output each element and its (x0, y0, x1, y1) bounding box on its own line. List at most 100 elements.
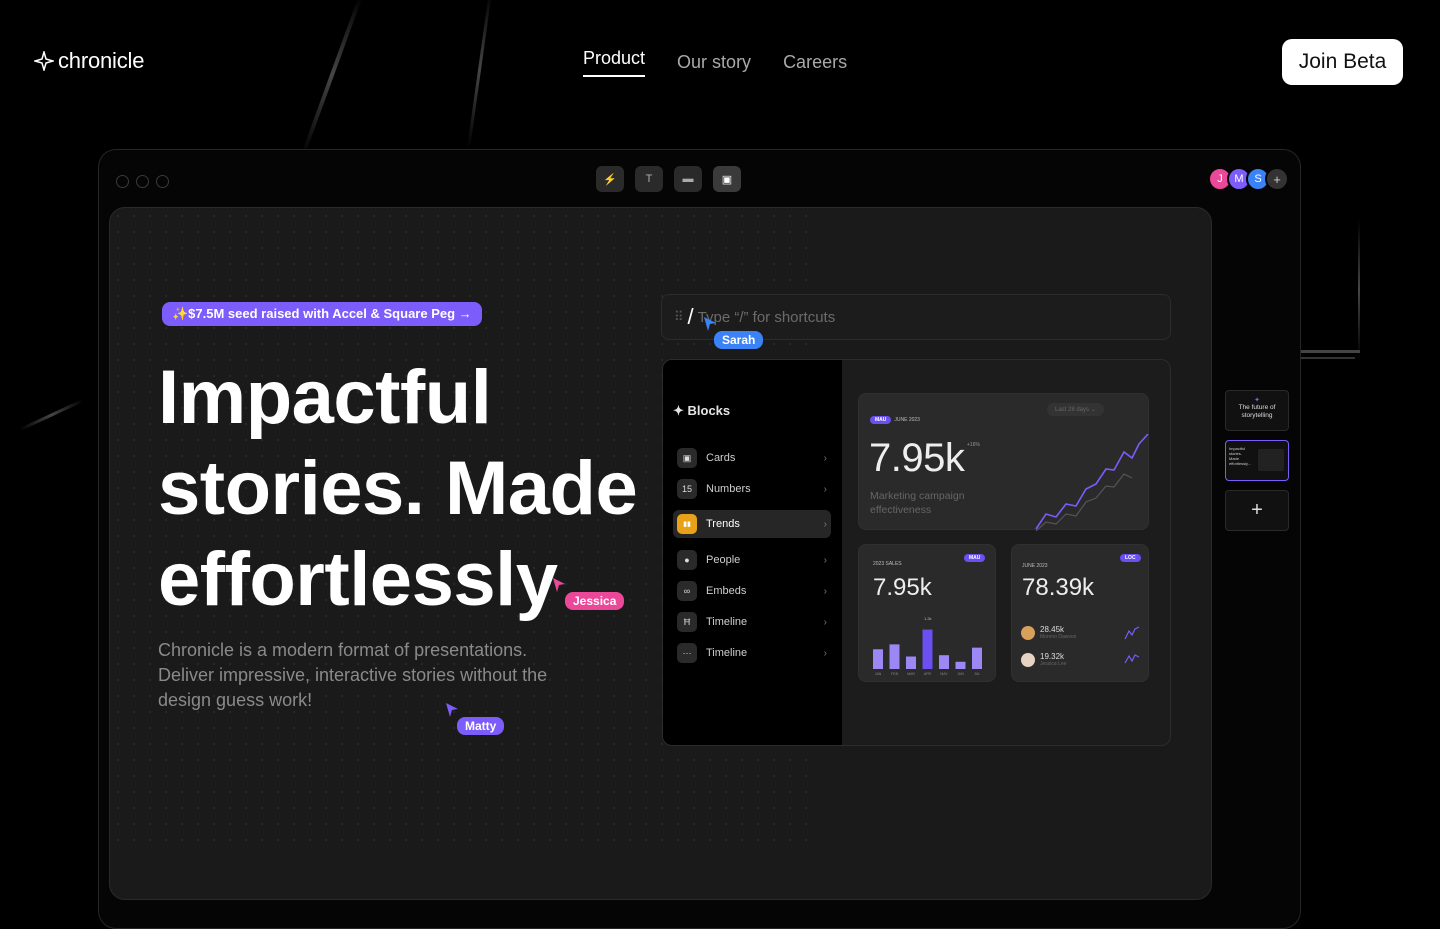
chevron-right-icon: › (823, 616, 827, 628)
person-name: Moreno Dawson (1040, 634, 1077, 640)
trends-icon: ▮▮ (677, 514, 697, 534)
trend-line-chart (1035, 434, 1149, 531)
bolt-icon[interactable]: ⚡ (596, 166, 624, 192)
thumbnail-preview (1258, 449, 1284, 471)
sales-bar-chart: JAN FEB MAR APR MAY JUN JUL (873, 629, 982, 676)
blocks-title: ✦ Blocks (673, 403, 731, 418)
cursor-label-jessica: Jessica (565, 592, 625, 610)
chevron-right-icon: › (823, 647, 827, 659)
nav-careers[interactable]: Careers (783, 52, 847, 77)
bar (972, 647, 982, 669)
sparkline-icon (1124, 654, 1140, 664)
command-placeholder: Type “/” for shortcuts (697, 308, 836, 326)
block-item-label: Trends (706, 518, 740, 530)
logo-text: chronicle (58, 48, 145, 73)
tag-badge: MAU (870, 416, 892, 424)
bar (955, 661, 966, 669)
nav-product[interactable]: Product (583, 48, 646, 77)
tick-label: JUN (957, 672, 964, 676)
nav-our-story[interactable]: Our story (677, 52, 751, 77)
cursor-icon (446, 703, 458, 717)
tick-label: JUL (974, 672, 980, 676)
slide-thumbnail-active[interactable]: Impactful stories. Made effortlessly... (1225, 440, 1289, 481)
background-streak (301, 0, 363, 156)
block-item-numbers[interactable]: 15 Numbers › (673, 475, 831, 503)
block-item-embeds[interactable]: ∞ Embeds › (673, 577, 831, 605)
person-row[interactable]: 28.45k Moreno Dawson (1021, 625, 1076, 640)
link-icon: ∞ (677, 581, 697, 601)
join-beta-button[interactable]: Join Beta (1282, 39, 1403, 85)
block-item-people[interactable]: ● People › (673, 546, 831, 574)
avatar (1021, 625, 1035, 640)
bar (889, 644, 900, 669)
timeline-icon: Ħ (677, 612, 697, 632)
metric-label: Marketing campaign effectiveness (870, 490, 965, 516)
logo[interactable]: chronicle (34, 48, 144, 74)
thumbnail-title: The future of storytelling (1238, 404, 1276, 419)
chevron-right-icon: › (823, 554, 827, 566)
window-dot[interactable] (156, 175, 169, 188)
tick-label: FEB (891, 672, 898, 676)
background-streak (19, 398, 84, 432)
text-icon[interactable]: T (635, 166, 663, 192)
bar (873, 649, 883, 669)
block-item-label: Timeline (706, 647, 748, 659)
block-item-label: Cards (706, 452, 736, 464)
sparkline-icon (1124, 626, 1140, 640)
card-date: JUNE 2023 (894, 417, 920, 423)
tick-label: JAN (875, 672, 882, 676)
block-item-trends[interactable]: ▮▮ Trends › (673, 510, 831, 538)
range-dropdown[interactable]: Last 28 days ⌄ (1047, 403, 1104, 416)
add-collaborator-button[interactable]: + (1265, 167, 1289, 191)
metric-value: 7.95k (873, 574, 932, 601)
tick-label: APR (924, 672, 932, 676)
sparkle-icon: ✦ (1254, 397, 1260, 404)
hero-line: Impactful (158, 355, 492, 440)
bar (939, 655, 949, 669)
blocks-title-text: Blocks (687, 403, 731, 418)
chevron-right-icon: › (823, 518, 827, 530)
chevron-right-icon: › (823, 483, 827, 495)
window-dot[interactable] (136, 175, 149, 188)
editor-toolbar: ⚡ T ▬ ▣ (596, 166, 741, 192)
metric-value: 7.95k (869, 436, 965, 480)
metric-delta: +16% (967, 442, 980, 448)
tag-badge: MAU (964, 554, 986, 562)
add-slide-button[interactable]: + (1225, 490, 1289, 531)
window-dot[interactable] (116, 175, 129, 188)
block-item-timeline[interactable]: Ħ Timeline › (673, 608, 831, 636)
more-icon: ··· (677, 643, 697, 663)
block-item-label: People (706, 554, 741, 566)
range-label: Last 28 days (1055, 407, 1090, 413)
person-value: 19.32k (1040, 652, 1065, 661)
card-date: JUNE 2023 (1022, 563, 1048, 569)
block-item-label: Numbers (706, 483, 751, 495)
tag-badge: LOC (1120, 554, 1141, 562)
avatar (1021, 652, 1035, 667)
block-item-cards[interactable]: ▣ Cards › (673, 444, 831, 472)
card-icon: ▣ (677, 448, 697, 468)
caret: / (687, 304, 694, 329)
background-streak (1300, 350, 1360, 353)
layout-icon[interactable]: ▣ (713, 166, 741, 192)
loc-card[interactable]: JUNE 2023 LOC 78.39k 28.45k Moreno Dawso… (1011, 544, 1149, 682)
metric-card-main[interactable]: MAU JUNE 2023 Last 28 days ⌄ 7.95k +16% … (858, 393, 1149, 531)
card-title: 2023 SALES (873, 561, 902, 567)
sales-card[interactable]: 2023 SALES MAU 7.95k 1.2k JAN FEB MAR APR MA… (858, 544, 996, 682)
funding-badge[interactable]: ✨$7.5M seed raised with Accel & Square P… (162, 302, 482, 326)
chevron-right-icon: › (823, 452, 827, 464)
background-streak (1300, 357, 1355, 359)
block-item-label: Timeline (706, 616, 748, 628)
person-row[interactable]: 19.32k Jessica Lee (1021, 652, 1066, 667)
cursor-label-sarah: Sarah (714, 331, 764, 349)
hero-subtitle: Chronicle is a modern format of presenta… (158, 640, 548, 710)
collaborator-avatars: J M S + (1208, 167, 1289, 191)
main-nav: Product Our story Careers (583, 48, 847, 77)
drag-handle-icon[interactable]: ⠿ (674, 309, 684, 325)
bar (922, 629, 933, 669)
slide-thumbnail[interactable]: ✦ The future of storytelling (1225, 390, 1289, 431)
blocks-panel: ✦ Blocks ▣ Cards › 15 Numbers › ▮▮ Trends › ● P… (662, 359, 1171, 746)
image-icon[interactable]: ▬ (674, 166, 702, 192)
block-item-more[interactable]: ··· Timeline › (673, 639, 831, 667)
window-controls (116, 175, 169, 188)
